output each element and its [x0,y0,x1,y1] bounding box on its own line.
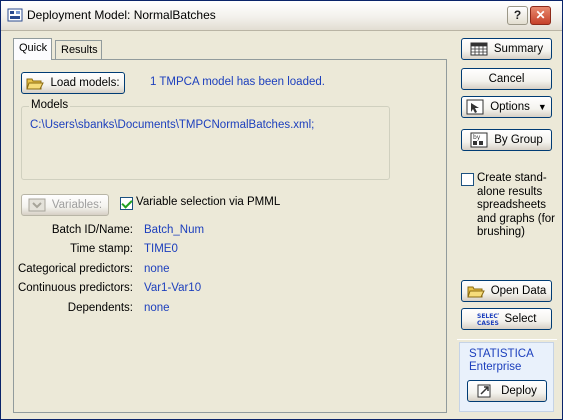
create-standalone-checkbox[interactable] [461,173,474,186]
continuous-predictors-label: Continuous predictors: [17,282,133,294]
svg-text:SELECT: SELECT [477,313,499,320]
batch-id-label: Batch ID/Name: [51,224,133,236]
load-models-button[interactable]: Load models: [21,72,125,94]
models-path: C:\Users\sbanks\Documents\TMPCNormalBatc… [30,119,315,131]
window-title: Deployment Model: NormalBatches [27,8,216,22]
spreadsheet-icon [470,42,488,56]
tab-results[interactable]: Results [55,40,102,60]
time-stamp-value: TIME0 [144,243,178,255]
quick-tab-panel: Load models: 1 TMPCA model has been load… [13,59,447,413]
variable-selection-label[interactable]: Variable selection via PMML [136,196,280,208]
open-folder-icon [26,78,45,90]
variables-button: Variables: [21,194,109,216]
open-data-label: Open Data [490,285,547,297]
summary-button[interactable]: Summary [461,38,552,60]
close-button[interactable]: ✕ [530,6,551,25]
batch-id-value: Batch_Num [144,224,205,236]
enterprise-label: STATISTICA Enterprise [469,348,534,374]
options-button[interactable]: Options ▼ [461,96,552,118]
help-button[interactable]: ? [507,6,528,25]
models-group-title: Models [29,99,71,111]
options-label: Options [490,101,530,113]
deployment-model-dialog: Deployment Model: NormalBatches ? ✕ Quic… [0,0,563,420]
categorical-predictors-value: none [144,263,170,275]
by-group-icon: by [470,132,488,148]
by-group-button[interactable]: by By Group [461,129,552,151]
deploy-icon [477,384,491,398]
select-cases-icon: SELECT CASES [477,313,499,327]
separator [457,339,557,340]
enterprise-line-2: Enterprise [469,361,522,373]
select-label: Select [504,313,537,325]
deploy-label: Deploy [501,385,537,397]
options-pointer-icon [466,99,484,115]
load-models-label: Load models: [50,77,120,89]
variables-label: Variables: [51,199,103,211]
deploy-button[interactable]: Deploy [467,380,547,402]
open-folder-icon [466,286,485,298]
select-cases-button[interactable]: SELECT CASES Select [461,308,552,330]
summary-label: Summary [493,43,544,55]
create-standalone-label[interactable]: Create stand-alone results spreadsheets … [477,172,561,240]
categorical-predictors-label: Categorical predictors: [17,263,133,275]
models-group: Models C:\Users\sbanks\Documents\TMPCNor… [21,99,390,180]
time-stamp-label: Time stamp: [70,243,133,255]
continuous-predictors-value: Var1-Var10 [144,282,202,294]
dependents-label: Dependents: [67,302,133,314]
svg-text:by: by [473,134,481,141]
cancel-button[interactable]: Cancel [461,68,552,90]
tab-quick[interactable]: Quick [13,38,52,60]
variable-selection-checkbox[interactable] [120,197,133,210]
dependents-value: none [144,302,170,314]
by-group-label: By Group [494,134,543,146]
svg-text:CASES: CASES [477,320,499,327]
app-icon [7,8,23,22]
title-bar[interactable]: Deployment Model: NormalBatches ? ✕ [1,1,562,31]
chevron-down-icon: ▼ [537,102,547,112]
loaded-message: 1 TMPCA model has been loaded. [150,76,325,88]
open-data-button[interactable]: Open Data [461,280,552,302]
enterprise-line-1: STATISTICA [469,348,534,360]
variables-icon [28,198,46,212]
